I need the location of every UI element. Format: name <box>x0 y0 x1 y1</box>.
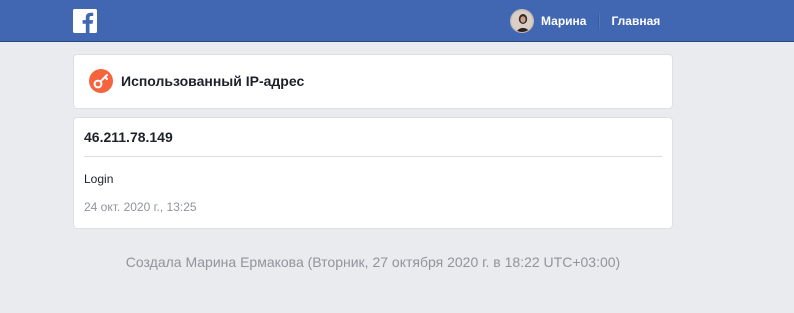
ip-address: 46.211.78.149 <box>84 129 173 145</box>
divider <box>84 156 662 157</box>
section-title: Использованный IP-адрес <box>121 73 305 89</box>
key-icon <box>89 69 113 93</box>
nav-separator <box>598 13 600 29</box>
home-link[interactable]: Главная <box>611 14 660 28</box>
user-name-link[interactable]: Марина <box>541 14 586 28</box>
section-header-card: Использованный IP-адрес <box>74 55 672 108</box>
creation-footer: Создала Марина Ермакова (Вторник, 27 окт… <box>125 254 621 270</box>
event-type: Login <box>84 172 114 186</box>
top-navigation-bar: Марина Главная <box>0 0 794 42</box>
user-avatar[interactable] <box>510 9 534 33</box>
nav-right-group: Марина Главная <box>510 0 660 42</box>
ip-entry-card: 46.211.78.149 Login 24 окт. 2020 г., 13:… <box>74 118 672 228</box>
facebook-logo-icon[interactable] <box>73 9 97 33</box>
event-timestamp: 24 окт. 2020 г., 13:25 <box>84 200 197 214</box>
